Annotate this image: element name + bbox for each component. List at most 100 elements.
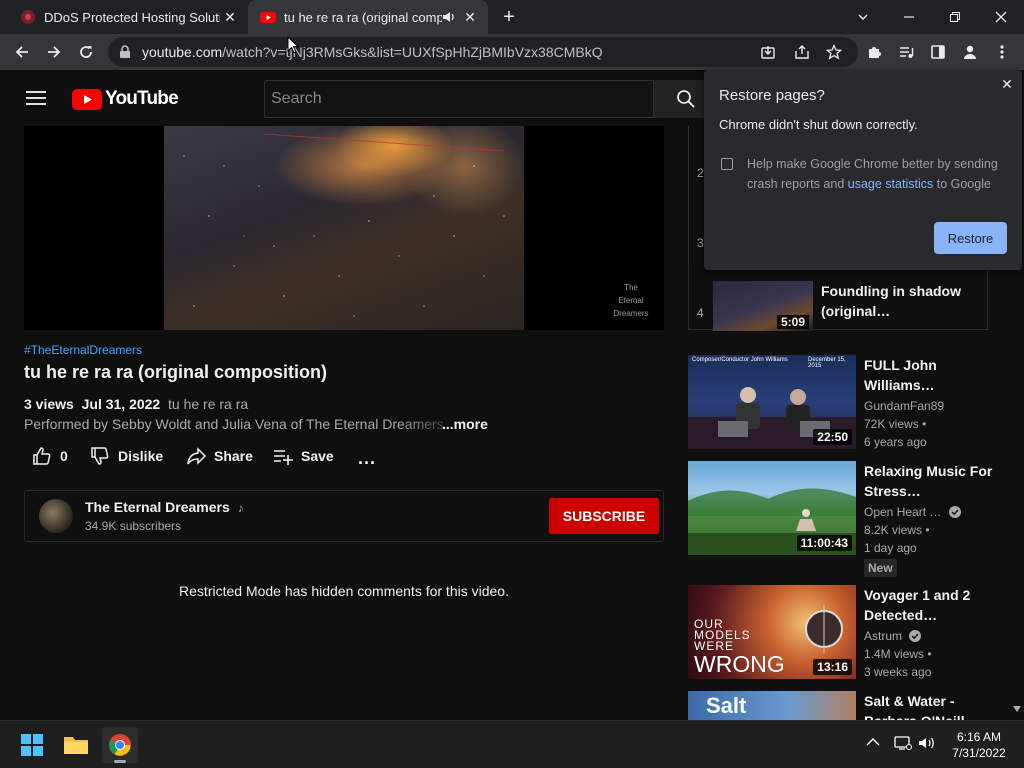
install-app-icon[interactable] bbox=[760, 44, 776, 60]
description-line[interactable]: Performed by Sebby Woldt and Julia Vena … bbox=[24, 416, 464, 432]
system-clock[interactable]: 6:16 AM 7/31/2022 bbox=[944, 729, 1014, 761]
video-thumbnail[interactable]: OUR MODELS WERE WRONG 13:16 bbox=[688, 585, 856, 679]
url-text: youtube.com/watch?v=tjNj3RMsGks&list=UUX… bbox=[142, 44, 603, 60]
thumbnail-caption: OUR MODELS WERE bbox=[694, 617, 751, 653]
tab-title: tu he re ra ra (original compo bbox=[284, 9, 442, 25]
save-button[interactable]: Save bbox=[273, 444, 334, 468]
network-icon[interactable] bbox=[894, 735, 912, 751]
checkbox-label: Help make Google Chrome better by sendin… bbox=[747, 157, 998, 191]
profile-avatar-icon[interactable] bbox=[958, 40, 982, 64]
recommended-video[interactable]: 11:00:43 Relaxing Music For Stress… Open… bbox=[688, 461, 1008, 577]
description-snippet: tu he re ra ra bbox=[168, 396, 249, 412]
video-thumbnail[interactable]: 11:00:43 bbox=[688, 461, 856, 555]
site-favicon-icon bbox=[20, 9, 36, 25]
view-count: 8.2K views • bbox=[864, 523, 930, 537]
new-tab-button[interactable]: + bbox=[498, 7, 520, 29]
crash-report-checkbox[interactable] bbox=[721, 158, 733, 170]
music-note-icon: ♪ bbox=[237, 501, 244, 515]
show-hidden-icons-button[interactable] bbox=[866, 737, 880, 747]
video-title[interactable]: FULL John Williams… bbox=[864, 355, 1004, 395]
tab-title: DDoS Protected Hosting Solution bbox=[44, 9, 220, 25]
channel-name[interactable]: GundamFan89 bbox=[864, 399, 944, 413]
playlist-item-title[interactable]: Foundling in shadow (original… bbox=[821, 281, 981, 321]
forward-button[interactable] bbox=[42, 40, 66, 64]
youtube-logo-icon bbox=[72, 88, 102, 110]
channel-name[interactable]: The Eternal Dreamers ♪ bbox=[85, 499, 244, 515]
playlist-index: 4 bbox=[697, 306, 704, 320]
minimize-button[interactable] bbox=[886, 0, 932, 34]
side-panel-icon[interactable] bbox=[926, 40, 950, 64]
video-thumbnail[interactable]: Salt bbox=[688, 691, 856, 720]
video-thumbnail[interactable]: Composer/Conductor John Williams Decembe… bbox=[688, 355, 856, 449]
view-count: 72K views • bbox=[864, 417, 927, 431]
view-count: 1.4M views • bbox=[864, 647, 932, 661]
restricted-mode-message: Restricted Mode has hidden comments for … bbox=[179, 583, 509, 599]
tab-search-icon[interactable] bbox=[840, 0, 886, 34]
playlist-item-thumbnail[interactable]: 5:09 bbox=[713, 281, 813, 331]
close-tab-icon[interactable]: ✕ bbox=[220, 7, 240, 27]
scroll-down-arrow-icon[interactable] bbox=[1013, 706, 1021, 712]
speaker-icon[interactable] bbox=[442, 10, 456, 24]
thumbs-down-icon bbox=[91, 447, 109, 465]
chrome-taskbar-button[interactable] bbox=[102, 727, 138, 763]
more-actions-button[interactable]: ... bbox=[358, 446, 376, 470]
starfield-image bbox=[183, 133, 505, 317]
browser-toolbar: youtube.com/watch?v=tjNj3RMsGks&list=UUX… bbox=[0, 34, 1024, 70]
youtube-logo[interactable]: YouTube bbox=[72, 88, 179, 110]
search-input[interactable] bbox=[265, 81, 653, 117]
video-frame[interactable] bbox=[164, 126, 524, 330]
duration-badge: 22:50 bbox=[813, 429, 852, 445]
dialog-message: Chrome didn't shut down correctly. bbox=[719, 117, 918, 132]
video-title[interactable]: Salt & Water - Barbara O'Neill… bbox=[864, 691, 1004, 720]
channel-avatar[interactable] bbox=[39, 499, 73, 533]
start-button[interactable] bbox=[14, 727, 50, 763]
dislike-label: Dislike bbox=[118, 448, 164, 464]
share-page-icon[interactable] bbox=[794, 44, 810, 60]
back-button[interactable] bbox=[10, 40, 34, 64]
playlist-index: 3 bbox=[697, 236, 704, 250]
share-button[interactable]: Share bbox=[186, 444, 253, 468]
volume-icon[interactable] bbox=[918, 735, 936, 751]
close-window-button[interactable] bbox=[978, 0, 1024, 34]
chrome-menu-icon[interactable] bbox=[990, 40, 1014, 64]
tab-ddos-hosting[interactable]: DDoS Protected Hosting Solution ✕ bbox=[8, 0, 248, 34]
address-bar[interactable]: youtube.com/watch?v=tjNj3RMsGks&list=UUX… bbox=[108, 37, 858, 67]
duration-badge: 11:00:43 bbox=[796, 535, 852, 551]
restore-button[interactable]: Restore bbox=[934, 222, 1007, 254]
reload-button[interactable] bbox=[74, 40, 98, 64]
subscribe-button[interactable]: SUBSCRIBE bbox=[549, 498, 659, 534]
usage-statistics-link[interactable]: usage statistics bbox=[848, 177, 933, 191]
duration-badge: 13:16 bbox=[813, 659, 852, 675]
lock-icon[interactable] bbox=[119, 45, 131, 59]
like-count: 0 bbox=[60, 448, 68, 464]
media-control-icon[interactable] bbox=[894, 40, 918, 64]
recommended-video[interactable]: OUR MODELS WERE WRONG 13:16 Voyager 1 an… bbox=[688, 585, 1008, 681]
close-dialog-icon[interactable]: ✕ bbox=[998, 75, 1016, 93]
recommended-video[interactable]: Salt Salt & Water - Barbara O'Neill… bbox=[688, 691, 1008, 720]
hamburger-menu-icon[interactable] bbox=[26, 90, 46, 106]
thumbs-up-icon bbox=[33, 447, 51, 465]
video-title[interactable]: Relaxing Music For Stress… bbox=[864, 461, 1004, 501]
windows-taskbar: 6:16 AM 7/31/2022 bbox=[0, 720, 1024, 768]
channel-watermark[interactable]: The Eternal Dreamers bbox=[609, 281, 653, 320]
recommended-video[interactable]: Composer/Conductor John Williams Decembe… bbox=[688, 355, 1008, 451]
share-arrow-icon bbox=[187, 447, 206, 465]
like-button[interactable]: 0 bbox=[32, 444, 68, 468]
restore-window-button[interactable] bbox=[932, 0, 978, 34]
file-explorer-button[interactable] bbox=[58, 727, 94, 763]
dislike-button[interactable]: Dislike bbox=[90, 444, 163, 468]
hashtag-link[interactable]: #TheEternalDreamers bbox=[24, 343, 142, 357]
tab-youtube-video[interactable]: tu he re ra ra (original compo ✕ bbox=[248, 0, 488, 34]
channel-name[interactable]: Open Heart … bbox=[864, 505, 961, 519]
channel-name[interactable]: Astrum bbox=[864, 629, 922, 643]
channel-owner-row: The Eternal Dreamers ♪ 34.9K subscribers… bbox=[24, 490, 664, 542]
extensions-icon[interactable] bbox=[862, 40, 886, 64]
bookmark-star-icon[interactable] bbox=[826, 44, 842, 60]
video-player[interactable]: The Eternal Dreamers bbox=[24, 126, 664, 330]
close-tab-icon[interactable]: ✕ bbox=[460, 7, 480, 27]
search-box[interactable] bbox=[264, 80, 654, 118]
description-header[interactable]: 3 views Jul 31, 2022 tu he re ra ra bbox=[24, 396, 248, 412]
show-more-button[interactable]: ...more bbox=[442, 416, 488, 432]
video-title[interactable]: Voyager 1 and 2 Detected… bbox=[864, 585, 1004, 625]
new-badge: New bbox=[864, 559, 897, 577]
